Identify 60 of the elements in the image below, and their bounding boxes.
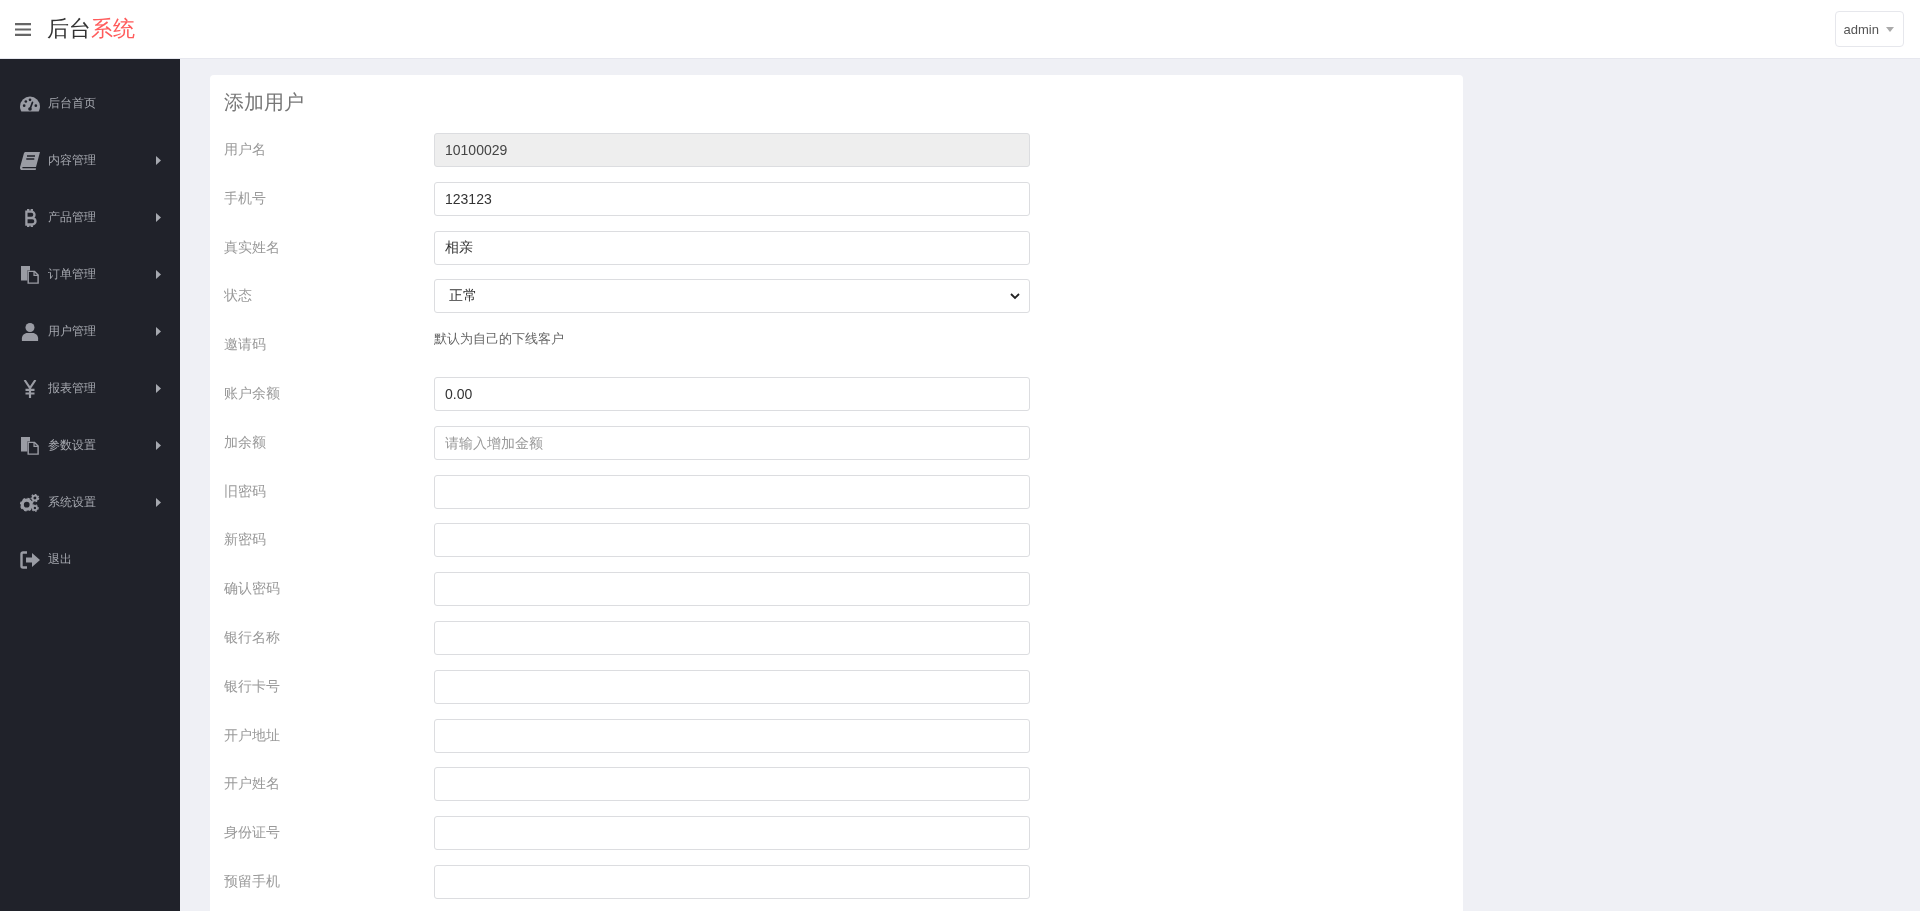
sidebar-item[interactable]: 订单管理 (0, 246, 180, 303)
field-label: 账户余额 (224, 385, 280, 403)
text-field[interactable]: 123123 (434, 181, 1030, 216)
field-label: 真实姓名 (224, 238, 280, 257)
app-logo: 后台系统 (47, 15, 135, 43)
status-select[interactable]: 正常 (434, 279, 1030, 314)
caret-right-icon (156, 156, 161, 165)
text-field[interactable] (434, 767, 1030, 802)
documents-icon (20, 265, 40, 284)
field-label: 开户姓名 (224, 775, 280, 794)
form-title: 添加用户 (224, 90, 305, 115)
text-field[interactable] (434, 572, 1030, 607)
text-field[interactable] (434, 669, 1030, 704)
field-label: 加余额 (224, 433, 266, 452)
documents-icon (20, 436, 40, 455)
caret-right-icon (156, 498, 161, 507)
field-label: 旧密码 (224, 482, 266, 501)
sidebar-item[interactable]: 后台首页 (0, 75, 180, 132)
field-label: 银行名称 (224, 628, 280, 647)
book-icon (20, 151, 40, 170)
field-label: 邀请码 (224, 336, 266, 355)
text-field[interactable] (434, 816, 1030, 851)
user-dropdown[interactable]: admin (1834, 11, 1904, 47)
caret-right-icon (156, 213, 161, 222)
chevron-down-icon (1010, 292, 1020, 300)
sidebar-item[interactable]: 用户管理 (0, 303, 180, 360)
gears-icon (20, 493, 40, 512)
text-field[interactable] (434, 620, 1030, 655)
text-field[interactable] (434, 864, 1030, 899)
text-field[interactable]: 0.00 (434, 377, 1030, 411)
field-label: 用户名 (224, 141, 266, 159)
text-field[interactable] (434, 718, 1030, 753)
caret-right-icon (156, 270, 161, 279)
sidebar-item[interactable]: 参数设置 (0, 417, 180, 474)
caret-right-icon (156, 327, 161, 336)
field-label: 确认密码 (224, 580, 280, 599)
field-label: 新密码 (224, 531, 266, 550)
gauge-icon (20, 94, 40, 113)
text-field[interactable]: 相亲 (434, 230, 1030, 265)
field-label: 开户地址 (224, 726, 280, 745)
sidebar-item[interactable]: 报表管理 (0, 360, 180, 417)
user-icon (20, 322, 40, 341)
sign-out-icon (20, 550, 40, 569)
menu-icon[interactable] (15, 22, 31, 36)
field-label: 身份证号 (224, 824, 280, 843)
sidebar-item[interactable]: 产品管理 (0, 189, 180, 246)
sidebar-item[interactable]: 内容管理 (0, 132, 180, 189)
field-label: 状态 (224, 287, 252, 306)
sidebar-item[interactable]: 退出 (0, 531, 180, 588)
caret-right-icon (156, 441, 161, 450)
text-field[interactable] (434, 523, 1030, 558)
field-label: 手机号 (224, 189, 266, 208)
caret-right-icon (156, 384, 161, 393)
text-field[interactable] (434, 474, 1030, 509)
sidebar-item[interactable]: 系统设置 (0, 474, 180, 531)
field-label: 预留手机 (224, 872, 280, 891)
text-field[interactable]: 请输入增加金额 (434, 425, 1030, 460)
help-text: 默认为自己的下线客户 (434, 330, 564, 349)
caret-down-icon (1886, 26, 1894, 32)
field-label: 银行卡号 (224, 677, 280, 696)
